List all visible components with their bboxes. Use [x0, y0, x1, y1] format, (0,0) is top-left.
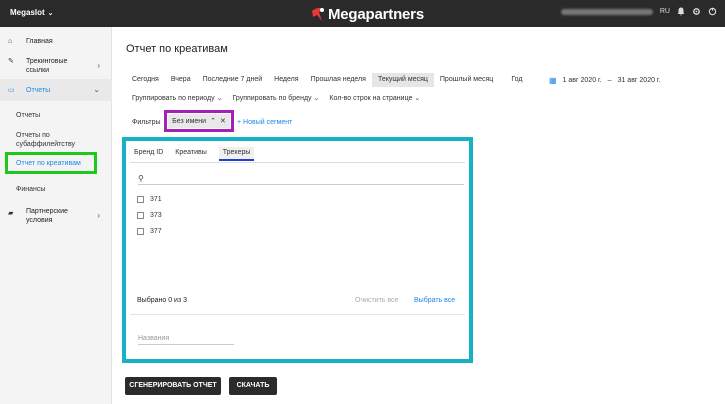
- sidebar-item-label: Партнерские условия: [26, 208, 68, 224]
- generate-report-button[interactable]: СГЕНЕРИРОВАТЬ ОТЧЕТ: [125, 377, 221, 395]
- dropdown-label: Кол-во строк на странице: [329, 95, 413, 102]
- grouping-options: Группировать по периоду ⌄ Группировать по…: [132, 94, 420, 102]
- list-item[interactable]: 377: [137, 228, 162, 235]
- selected-count: Выбрано 0 из 3: [137, 297, 187, 304]
- segment-chip-label: Без имени: [172, 117, 207, 125]
- search-input[interactable]: ⚲: [138, 174, 464, 185]
- list-item[interactable]: 371: [137, 196, 162, 203]
- sidebar-item-label: Отчеты: [26, 87, 51, 94]
- bell-icon[interactable]: [677, 7, 685, 16]
- tab-brand-id[interactable]: Бренд ID: [134, 147, 163, 161]
- date-from: 1 авг 2020 г.: [562, 76, 602, 84]
- chevron-right-icon: ›: [97, 61, 100, 70]
- logo-mark-icon: [312, 7, 324, 21]
- highlight-box-creatives: [5, 152, 97, 174]
- sidebar: ⌂ Главная ✎ Трекинговые ссылки › ▭ Отчет…: [0, 27, 112, 404]
- date-range-picker[interactable]: ▦ 1 авг 2020 г. – 31 авг 2020 г.: [549, 73, 661, 87]
- filter-panel: Бренд ID Креативы Трекеры ⚲ 371 373 377 …: [122, 137, 473, 363]
- language-switcher[interactable]: RU: [660, 8, 670, 15]
- period-last-7-days[interactable]: Последние 7 дней: [197, 73, 269, 87]
- filters-label: Фильтры: [132, 119, 161, 126]
- option-label: 371: [150, 196, 162, 203]
- option-label: 377: [150, 228, 162, 235]
- tab-trackers[interactable]: Трекеры: [218, 147, 255, 161]
- list-item[interactable]: 373: [137, 212, 162, 219]
- brand-name: Megaslot: [10, 8, 45, 17]
- chevron-down-icon: ⌄: [47, 10, 54, 17]
- chevron-right-icon: ›: [97, 211, 100, 220]
- close-icon[interactable]: ✕: [220, 117, 226, 125]
- checkbox[interactable]: [137, 228, 144, 235]
- select-all-button[interactable]: Выбрать все: [414, 297, 455, 304]
- group-by-period-dropdown[interactable]: Группировать по периоду ⌄: [132, 94, 222, 102]
- divider: [130, 314, 465, 315]
- group-by-brand-dropdown[interactable]: Группировать по бренду ⌄: [232, 94, 319, 102]
- chevron-down-icon: ⌄: [93, 85, 100, 94]
- new-segment-button[interactable]: + Новый сегмент: [237, 119, 292, 126]
- logout-icon[interactable]: [708, 7, 717, 16]
- period-last-week[interactable]: Прошлая неделя: [305, 73, 372, 87]
- link-icon: ✎: [8, 58, 14, 65]
- segment-chip-body: Без имени ⌃ ✕: [168, 114, 230, 128]
- logo-text: Megapartners: [328, 5, 424, 23]
- period-yesterday[interactable]: Вчера: [165, 73, 197, 87]
- checkbox[interactable]: [137, 196, 144, 203]
- chevron-up-icon[interactable]: ⌃: [210, 117, 216, 125]
- briefcase-icon: ▰: [8, 210, 14, 217]
- main-content: Отчет по креативам Сегодня Вчера Последн…: [113, 27, 725, 404]
- period-last-month[interactable]: Прошлый месяц: [434, 73, 499, 87]
- date-to: 31 авг 2020 г.: [617, 76, 661, 84]
- filter-tabs: Бренд ID Креативы Трекеры: [134, 147, 255, 161]
- reports-icon: ▭: [8, 87, 15, 94]
- search-icon: ⚲: [138, 174, 144, 183]
- home-icon: ⌂: [8, 38, 13, 45]
- chevron-down-icon: ⌄: [216, 95, 223, 102]
- sidebar-item-label: Трекинговые ссылки: [26, 58, 68, 74]
- period-year[interactable]: Год: [505, 73, 528, 87]
- divider: [130, 162, 465, 163]
- logo: Megapartners: [310, 4, 424, 24]
- chevron-down-icon: ⌄: [313, 95, 320, 102]
- page-title: Отчет по креативам: [126, 43, 228, 55]
- user-email[interactable]: [560, 8, 653, 15]
- option-label: 373: [150, 212, 162, 219]
- download-button[interactable]: СКАЧАТЬ: [229, 377, 277, 395]
- date-separator: –: [607, 76, 612, 84]
- clear-all-button[interactable]: Очистить все: [355, 297, 398, 304]
- topbar-right: RU: [560, 7, 717, 16]
- dropdown-label: Группировать по периоду: [132, 95, 215, 102]
- gear-icon[interactable]: [692, 7, 701, 16]
- names-input[interactable]: Названия: [138, 335, 234, 345]
- sidebar-subitem-reports[interactable]: Отчеты: [16, 111, 40, 120]
- sidebar-item-label: Главная: [26, 38, 53, 45]
- period-current-month[interactable]: Текущий месяц: [371, 73, 434, 87]
- period-week[interactable]: Неделя: [268, 73, 304, 87]
- sidebar-item-reports[interactable]: ▭ Отчеты ⌄: [0, 79, 112, 101]
- brand-switcher[interactable]: Megaslot ⌄: [10, 8, 54, 17]
- period-today[interactable]: Сегодня: [126, 73, 165, 87]
- period-selector: Сегодня Вчера Последние 7 дней Неделя Пр…: [126, 73, 528, 87]
- segment-chip[interactable]: Без имени ⌃ ✕: [164, 110, 234, 132]
- calendar-icon: ▦: [549, 75, 557, 85]
- checkbox[interactable]: [137, 212, 144, 219]
- chevron-down-icon: ⌄: [414, 95, 421, 102]
- tab-creatives[interactable]: Креативы: [175, 147, 206, 161]
- dropdown-label: Группировать по бренду: [232, 95, 312, 102]
- sidebar-subitem-finance[interactable]: Финансы: [16, 185, 45, 194]
- top-bar: Megaslot ⌄ Megapartners RU: [0, 0, 725, 27]
- rows-per-page-dropdown[interactable]: Кол-во строк на странице ⌄: [329, 94, 420, 102]
- sidebar-subitem-subaffiliate[interactable]: Отчеты по субаффилейтству: [16, 131, 96, 149]
